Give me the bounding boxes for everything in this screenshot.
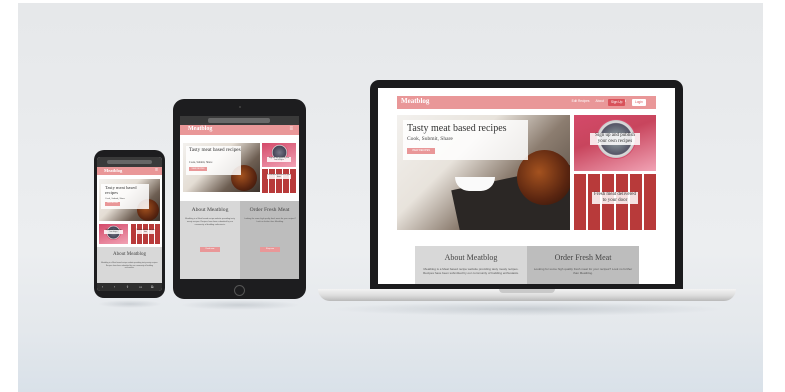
tablet-about-heading: About Meatblog (191, 207, 229, 213)
tablet-hero-title: Tasty meat based recipes (189, 147, 241, 153)
fresh-meat-tile[interactable]: Fresh meat delivered to your door (574, 174, 656, 230)
about-section: About Meatblog Meatblog is a Meat based … (415, 246, 527, 284)
order-heading: Order Fresh Meat (554, 253, 612, 262)
phone-url-field[interactable] (107, 160, 152, 164)
tablet-screen: Meatblog ≡ Tasty meat based recipes Cook… (180, 116, 299, 279)
tablet-order-heading: Order Fresh Meat (249, 207, 290, 213)
tabs-icon[interactable]: ⧉ (151, 285, 154, 289)
tablet-order-section: Order Fresh Meat Looking for some high q… (240, 201, 299, 279)
tablet-url-field[interactable] (208, 118, 270, 123)
tablet-shadow (180, 300, 300, 310)
phone-fresh-meat-tile[interactable]: Fresh meat delivered to your door (131, 224, 160, 244)
phone-signup-caption: Sign up and publish your own recipes (104, 230, 123, 234)
frame-right (763, 0, 785, 392)
tablet-hero-subtitle: Cook, Submit, Share (189, 161, 213, 164)
phone-signup-tile[interactable]: Sign up and publish your own recipes (99, 224, 128, 244)
share-icon[interactable]: ⇧ (126, 285, 129, 289)
laptop-screen: Meatblog Edit Recipes About Fresh Meat S… (378, 88, 675, 284)
phone-address-bar[interactable] (97, 157, 162, 167)
hero-banner: Tasty meat based recipes Cook, Submit, S… (397, 115, 570, 230)
phone-view-recipes-button[interactable]: VIEW RECIPES (105, 202, 120, 206)
tablet-hero-banner: Tasty meat based recipes Cook, Submit, S… (183, 143, 260, 192)
tablet-fresh-caption: Fresh meat delivered to your door (267, 174, 291, 179)
hero-subtitle: Cook, Submit, Share (407, 136, 453, 142)
tablet-order-text: Looking for some high quality fresh meat… (244, 218, 296, 223)
tablet-address-bar[interactable] (180, 116, 299, 125)
tablet-about-section: About Meatblog Meatblog is a Meat based … (180, 201, 240, 279)
phone-about-section: About Meatblog Meatblog is a Meat based … (97, 247, 162, 283)
phone-navbar: Meatblog ≡ (97, 167, 162, 175)
phone-browser-toolbar: ‹ › ⇧ ▭ ⧉ (97, 283, 162, 291)
signup-tile-caption: Sign up and publish your own recipes (590, 133, 640, 145)
site-logo[interactable]: Meatblog (401, 97, 429, 105)
view-recipes-button[interactable]: VIEW RECIPES (407, 148, 435, 154)
tablet-read-more-button[interactable]: Read more (200, 247, 220, 252)
tablet-site-logo[interactable]: Meatblog (188, 126, 212, 132)
hero-title: Tasty meat based recipes (407, 123, 507, 134)
tablet-fresh-meat-tile[interactable]: Fresh meat delivered to your door (262, 169, 296, 193)
login-button[interactable]: Login (632, 99, 646, 106)
phone-screen: Meatblog ≡ Tasty meat based recipes Cook… (97, 157, 162, 291)
about-heading: About Meatblog (444, 253, 498, 262)
phone-hero-banner: Tasty meat based recipes Cook, Submit, S… (99, 179, 160, 221)
phone-hero-subtitle: Cook, Submit, Share (105, 197, 125, 200)
phone-shadow (98, 300, 162, 308)
phone-hero-title: Tasty meat based recipes (105, 185, 137, 195)
laptop-navbar: Meatblog Edit Recipes About Fresh Meat S… (397, 96, 656, 109)
tablet-navbar: Meatblog ≡ (180, 125, 299, 135)
tablet-camera (239, 106, 241, 108)
forward-icon[interactable]: › (114, 285, 115, 289)
fresh-meat-tile-caption: Fresh meat delivered to your door (592, 192, 638, 204)
laptop-notch (499, 289, 555, 293)
phone-about-text: Meatblog is a Meat based recipe website … (101, 262, 158, 270)
signup-tile[interactable]: Sign up and publish your own recipes (574, 115, 656, 171)
signup-button[interactable]: Sign Up (608, 99, 626, 106)
laptop-shadow (330, 302, 725, 316)
phone-site-logo[interactable]: Meatblog (104, 168, 122, 173)
nav-link-about[interactable]: About (596, 99, 604, 103)
tablet-about-text: Meatblog is a Meat based recipe website … (185, 218, 235, 226)
phone-fresh-caption: Fresh meat delivered to your door (136, 230, 155, 234)
hamburger-menu-icon[interactable]: ≡ (289, 126, 293, 132)
tablet-home-button[interactable] (234, 285, 245, 296)
hamburger-menu-icon[interactable]: ≡ (155, 167, 158, 173)
frame-left (0, 0, 18, 392)
tablet-shop-now-button[interactable]: Shop now (260, 247, 280, 252)
nav-link-edit-recipes[interactable]: Edit Recipes (572, 99, 590, 103)
back-icon[interactable]: ‹ (102, 285, 103, 289)
order-section: Order Fresh Meat Looking for some high q… (527, 246, 639, 284)
tablet-view-recipes-button[interactable]: VIEW RECIPES (189, 167, 207, 171)
order-text: Looking for some high quality fresh meat… (533, 267, 633, 275)
book-icon[interactable]: ▭ (139, 285, 142, 289)
tablet-signup-caption: Sign up and publish your own recipes (267, 157, 291, 162)
phone-about-heading: About Meatblog (113, 252, 146, 257)
about-text: Meatblog is a Meat based recipe website … (423, 267, 519, 275)
tablet-signup-tile[interactable]: Sign up and publish your own recipes (262, 143, 296, 167)
